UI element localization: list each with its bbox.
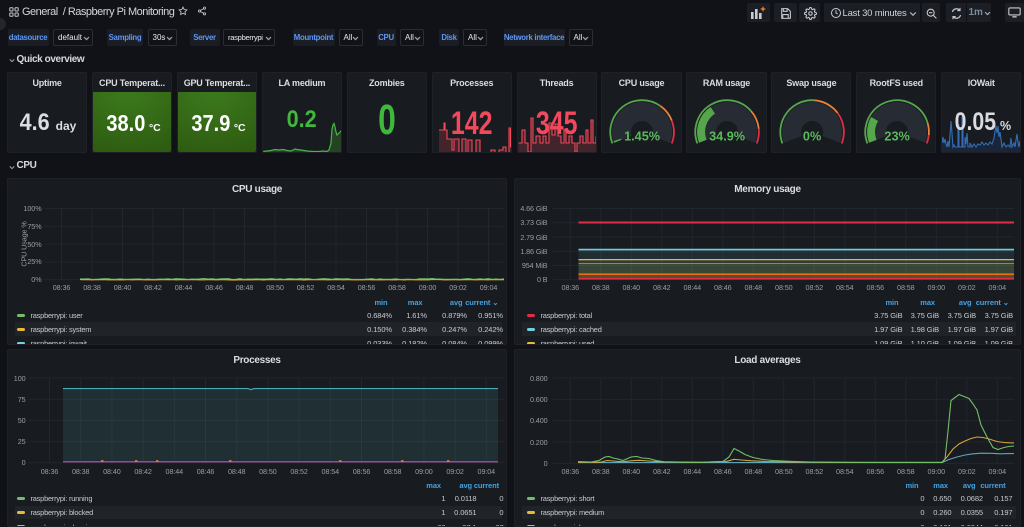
- svg-text:1.45%: 1.45%: [624, 130, 660, 144]
- svg-text:23%: 23%: [885, 130, 910, 144]
- svg-text:34.9%: 34.9%: [709, 130, 745, 144]
- svg-text:0%: 0%: [803, 130, 821, 144]
